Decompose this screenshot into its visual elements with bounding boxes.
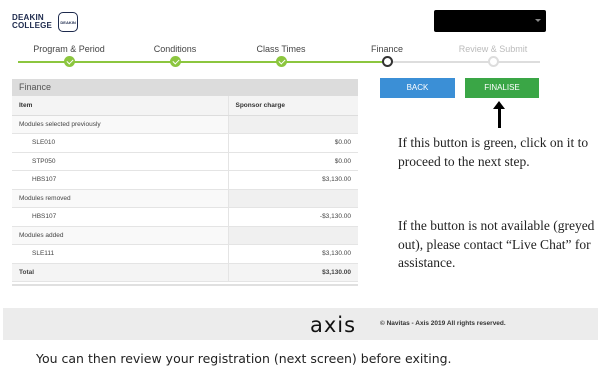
step-label-review-submit: Review & Submit [458, 44, 528, 54]
axis-logo: axis [310, 313, 357, 337]
annotation-greyed-out: If the button is not available (greyed o… [398, 218, 595, 270]
table-row: Modules added [12, 226, 358, 245]
copyright-text: © Navitas - Axis 2019 All rights reserve… [380, 320, 506, 327]
table-row: Modules removed [12, 189, 358, 208]
row-charge [227, 189, 358, 208]
annotation-green-button: If this button is green, click on it to … [398, 135, 589, 169]
instruction-text: You can then review your registration (n… [36, 351, 452, 366]
logo-line-2: COLLEGE [12, 21, 53, 30]
row-item: SLE010 [12, 133, 228, 153]
row-charge: -$3,130.00 [227, 207, 358, 227]
row-item: Modules selected previously [12, 115, 228, 134]
step-done-check-icon [276, 56, 287, 67]
table-total-row: Total $3,130.00 [12, 263, 358, 282]
finance-panel: Finance Item Sponsor charge Modules sele… [12, 79, 358, 291]
row-charge: $3,130.00 [227, 170, 358, 190]
progress-track-remaining [388, 61, 540, 63]
app-header: DEAKIN COLLEGE DEAKIN [0, 0, 601, 40]
row-item: HBS107 [12, 170, 228, 190]
table-row: HBS107 -$3,130.00 [12, 207, 358, 227]
step-future-dot [488, 56, 499, 67]
deakin-college-logo[interactable]: DEAKIN COLLEGE DEAKIN [12, 12, 79, 32]
step-label-program-period: Program & Period [33, 44, 105, 54]
column-header-sponsor-charge: Sponsor charge [227, 96, 358, 116]
row-item: SLE111 [12, 244, 228, 264]
step-done-check-icon [170, 56, 181, 67]
row-charge: $3,130.00 [227, 244, 358, 264]
logo-badge-icon: DEAKIN [58, 12, 79, 32]
row-charge: $0.00 [227, 152, 358, 171]
progress-steps: Program & Period Conditions Class Times … [0, 40, 601, 70]
row-item: STP050 [12, 152, 228, 171]
finalise-button[interactable]: FINALISE [465, 78, 539, 98]
arrow-up-icon [493, 101, 505, 128]
row-charge [227, 115, 358, 134]
table-row: Modules selected previously [12, 115, 358, 134]
total-label: Total [12, 263, 228, 282]
step-label-conditions: Conditions [153, 44, 197, 54]
row-charge [227, 226, 358, 245]
total-charge: $3,130.00 [227, 263, 358, 282]
chevron-down-icon [535, 19, 541, 22]
row-item: Modules added [12, 226, 228, 245]
table-row: SLE010 $0.00 [12, 133, 358, 153]
app-footer: axis © Navitas - Axis 2019 All rights re… [3, 308, 598, 340]
logo-wordmark: DEAKIN COLLEGE [12, 14, 52, 30]
back-button[interactable]: BACK [380, 78, 455, 98]
arrow-shaft [498, 108, 501, 128]
row-item: Modules removed [12, 189, 228, 208]
logo-badge-text: DEAKIN [60, 19, 76, 25]
user-menu[interactable] [434, 10, 546, 32]
table-row: SLE111 $3,130.00 [12, 244, 358, 264]
table-row: HBS107 $3,130.00 [12, 170, 358, 190]
row-item: HBS107 [12, 207, 228, 227]
step-label-class-times: Class Times [256, 44, 306, 54]
step-label-finance: Finance [370, 44, 404, 54]
row-charge: $0.00 [227, 133, 358, 153]
column-header-item: Item [12, 96, 228, 116]
finance-table: Item Sponsor charge Modules selected pre… [12, 96, 358, 282]
panel-divider [12, 284, 358, 286]
table-header-row: Item Sponsor charge [12, 96, 358, 116]
step-current-dot [382, 56, 393, 67]
step-done-check-icon [64, 56, 75, 67]
table-row: STP050 $0.00 [12, 152, 358, 171]
finance-panel-title: Finance [12, 79, 358, 96]
